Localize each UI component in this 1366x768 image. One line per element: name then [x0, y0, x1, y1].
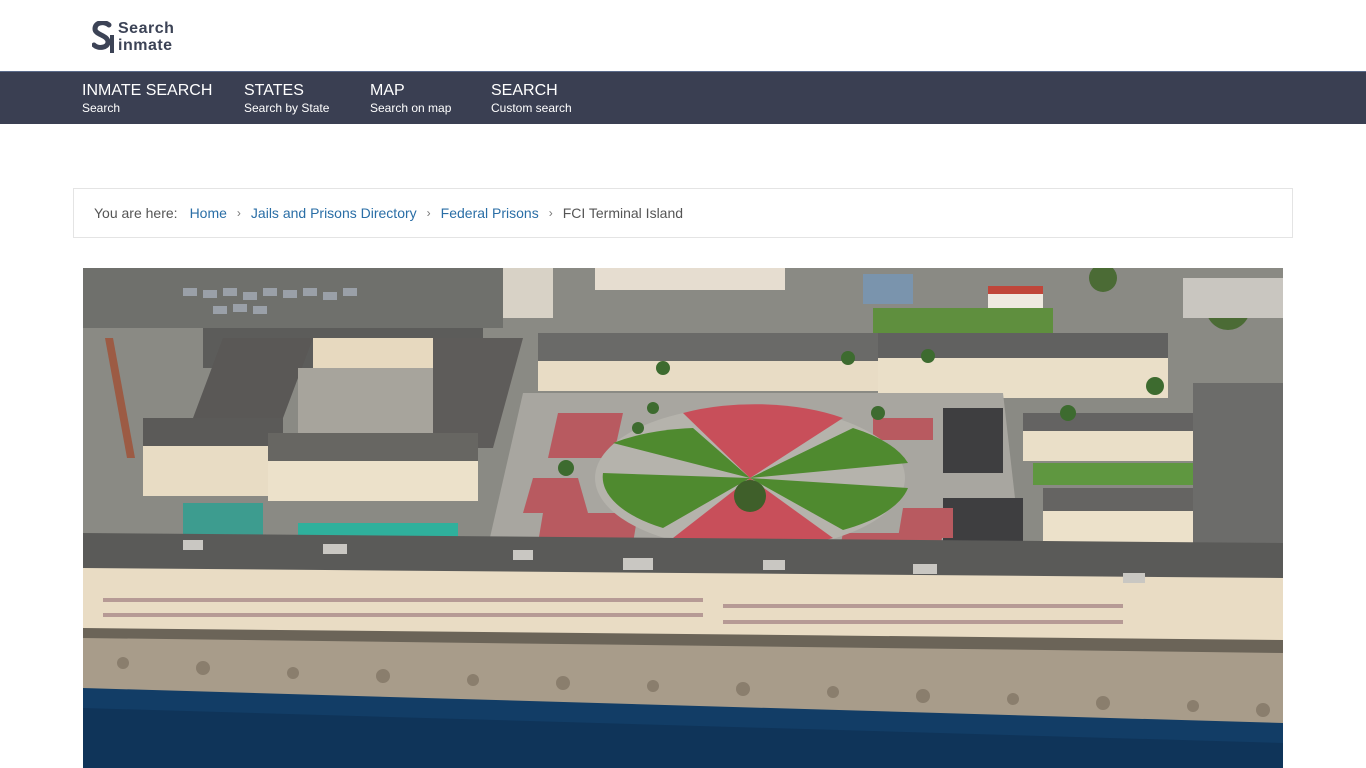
- facility-aerial-photo: [83, 268, 1283, 768]
- breadcrumb-separator: ›: [236, 206, 241, 220]
- breadcrumb-federal-link[interactable]: Federal Prisons: [441, 205, 539, 221]
- nav-map[interactable]: MAP Search on map: [370, 82, 451, 116]
- nav-title: MAP: [370, 82, 405, 99]
- nav-title: INMATE SEARCH: [82, 82, 213, 99]
- breadcrumb-directory-link[interactable]: Jails and Prisons Directory: [251, 205, 417, 221]
- breadcrumb-home-link[interactable]: Home: [190, 205, 227, 221]
- site-header: Search inmate: [0, 0, 1366, 71]
- site-logo[interactable]: Search inmate: [92, 20, 174, 54]
- nav-subtitle: Search on map: [370, 101, 452, 115]
- breadcrumb-separator: ›: [426, 206, 431, 220]
- breadcrumb-label: You are here:: [94, 205, 178, 221]
- nav-title: SEARCH: [491, 82, 558, 99]
- nav-subtitle: Custom search: [491, 101, 572, 115]
- nav-subtitle: Search: [82, 101, 121, 115]
- si-logo-icon: [92, 21, 114, 53]
- logo-text-line1: Search: [118, 20, 175, 37]
- breadcrumb: You are here: Home › Jails and Prisons D…: [73, 188, 1293, 238]
- aerial-illustration: [83, 268, 1283, 768]
- nav-search[interactable]: SEARCH Custom search: [491, 82, 572, 116]
- nav-states[interactable]: STATES Search by State: [244, 82, 329, 116]
- nav-title: STATES: [244, 82, 304, 99]
- breadcrumb-separator: ›: [548, 206, 553, 220]
- main-navbar: INMATE SEARCH Search STATES Search by St…: [0, 71, 1366, 124]
- logo-text-line2: inmate: [118, 37, 173, 54]
- breadcrumb-current: FCI Terminal Island: [562, 205, 684, 221]
- nav-inmate-search[interactable]: INMATE SEARCH Search: [82, 82, 212, 116]
- nav-subtitle: Search by State: [244, 101, 330, 115]
